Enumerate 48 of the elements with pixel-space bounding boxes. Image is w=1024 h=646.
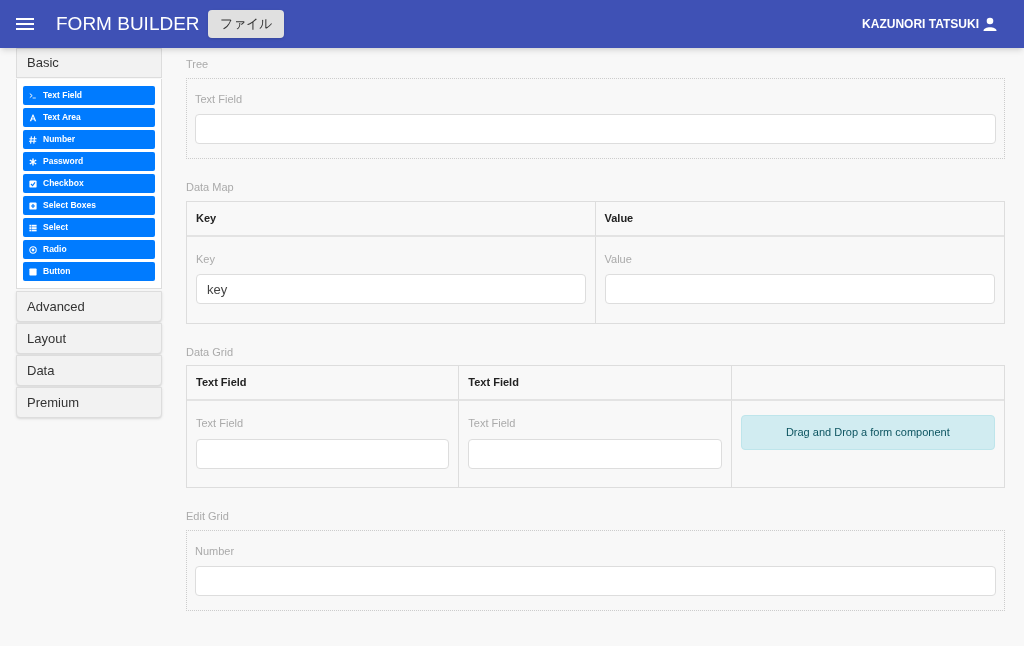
- column-header: Value: [604, 210, 634, 226]
- square-icon: [29, 267, 37, 276]
- user-name[interactable]: KAZUNORI TATSUKI: [862, 15, 979, 33]
- component-button[interactable]: Text Area: [23, 108, 155, 127]
- section-title: Data Map: [186, 180, 235, 195]
- input-field[interactable]: [196, 438, 450, 469]
- input-field[interactable]: [195, 114, 996, 144]
- input-field[interactable]: [468, 438, 722, 469]
- sidebar-group-header[interactable]: Advanced: [16, 291, 162, 322]
- radio-icon: [29, 245, 37, 254]
- component-button[interactable]: Select Boxes: [23, 196, 155, 215]
- field-label: Text Field: [196, 416, 245, 431]
- sidebar-group-header[interactable]: Layout: [16, 323, 162, 354]
- field-label: Key: [196, 251, 216, 267]
- component-button[interactable]: Text Field: [23, 86, 155, 105]
- section-title: Tree: [186, 57, 210, 72]
- field-label: Number: [195, 543, 236, 559]
- component-button[interactable]: Button: [23, 262, 155, 281]
- checkbox-icon: [29, 179, 37, 188]
- field-label: Text Field: [468, 416, 517, 431]
- file-menu-button[interactable]: ファイル: [207, 10, 284, 38]
- menu-icon[interactable]: [16, 17, 34, 31]
- column-header: Key: [196, 210, 217, 226]
- input-field[interactable]: key: [196, 274, 586, 304]
- sidebar-group-header[interactable]: Basic: [16, 48, 162, 78]
- asterisk-icon: [29, 157, 37, 166]
- column-header: Text Field: [196, 375, 247, 391]
- user-icon[interactable]: [983, 17, 997, 31]
- input-field[interactable]: [604, 274, 995, 304]
- component-button[interactable]: Number: [23, 130, 155, 149]
- app-title: FORM BUILDER: [56, 11, 200, 36]
- input-field[interactable]: [195, 566, 996, 596]
- component-button[interactable]: Checkbox: [23, 174, 155, 193]
- letter-a-icon: [29, 113, 37, 122]
- field-label: Value: [604, 251, 633, 267]
- column-header: Text Field: [468, 375, 519, 391]
- hash-icon: [29, 135, 37, 144]
- section-title: Data Grid: [186, 344, 235, 360]
- drop-zone[interactable]: Drag and Drop a form component: [740, 415, 995, 450]
- plus-square-icon: [29, 201, 37, 210]
- sidebar-group-header[interactable]: Premium: [16, 387, 162, 418]
- component-button[interactable]: Password: [23, 152, 155, 171]
- component-button[interactable]: Select: [23, 218, 155, 237]
- sidebar-group-header[interactable]: Data: [16, 355, 162, 386]
- field-label: Text Field: [195, 91, 244, 107]
- component-button[interactable]: Radio: [23, 240, 155, 259]
- list-icon: [29, 223, 37, 232]
- section-title: Edit Grid: [186, 509, 230, 524]
